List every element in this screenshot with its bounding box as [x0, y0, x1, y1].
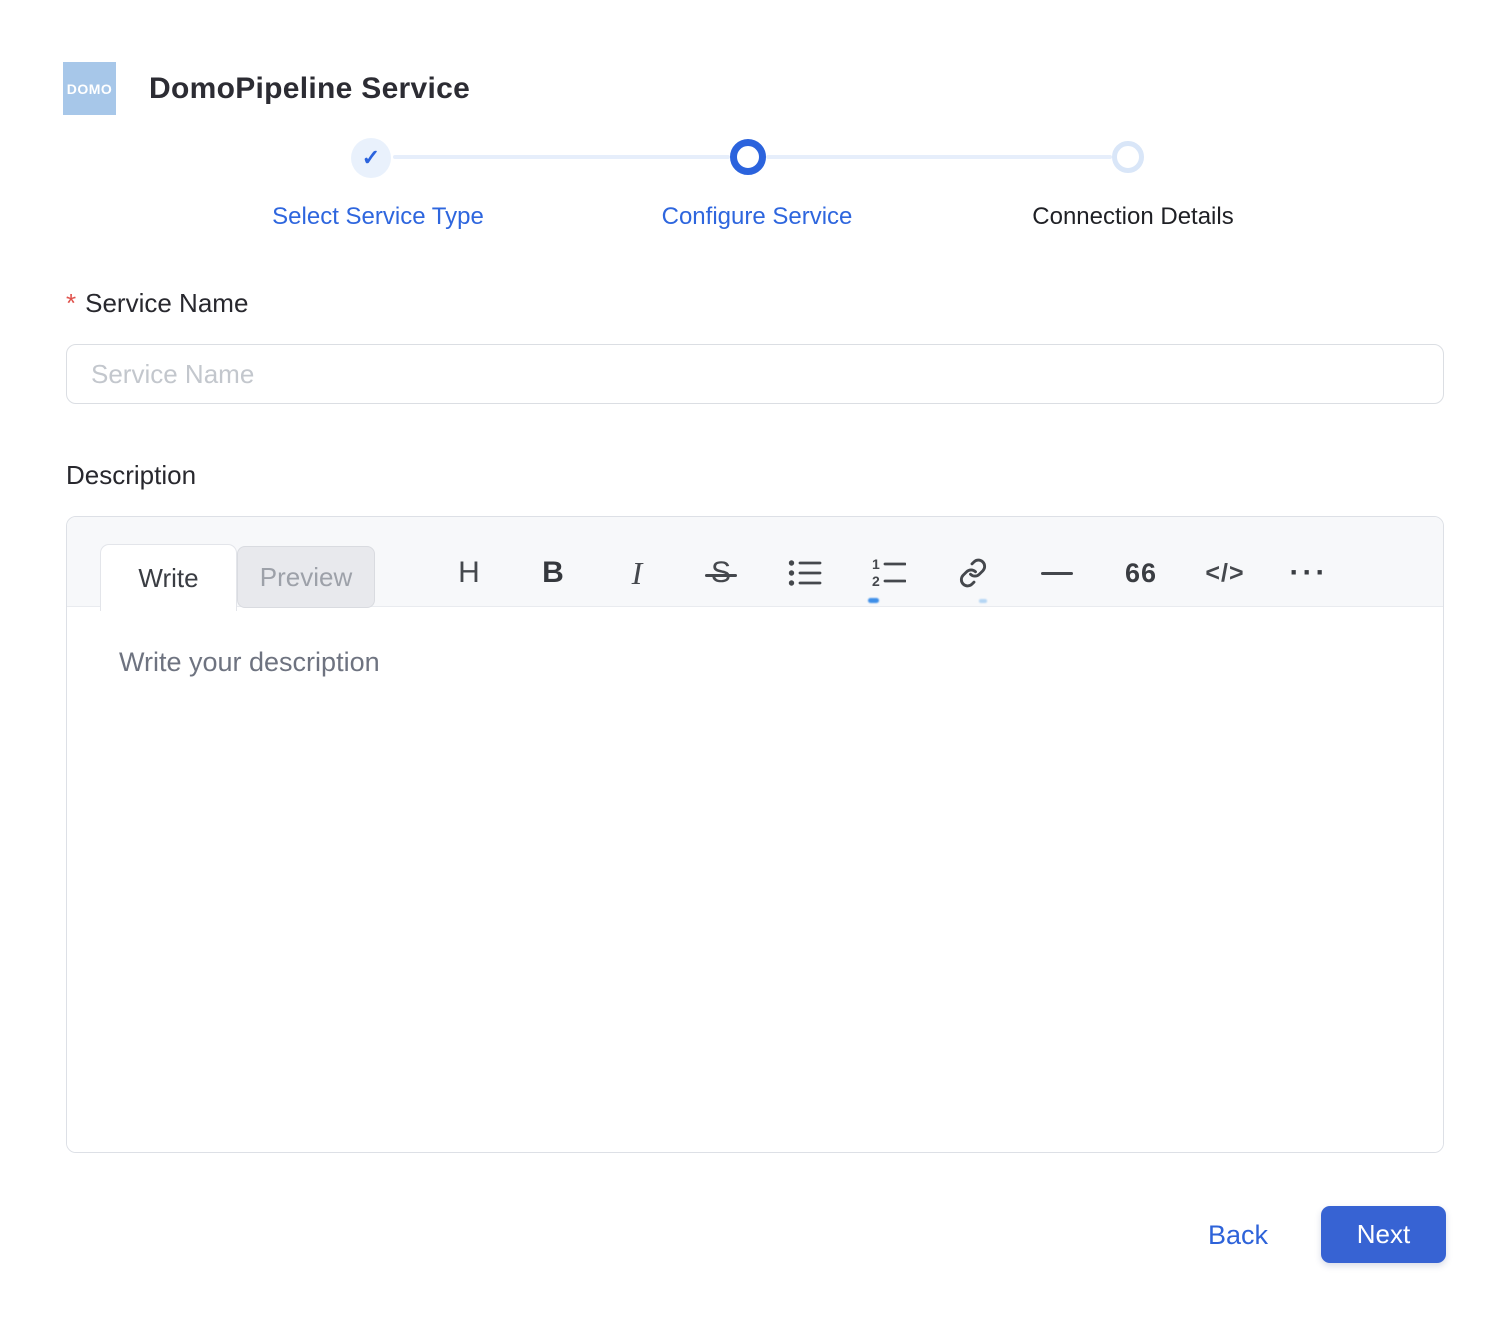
step-label-select-service-type[interactable]: Select Service Type — [272, 203, 484, 231]
ordered-list-icon[interactable]: 1 2 — [867, 545, 911, 601]
tab-preview[interactable]: Preview — [237, 546, 375, 608]
description-placeholder: Write your description — [119, 647, 380, 677]
service-name-input[interactable] — [66, 344, 1444, 404]
more-icon[interactable]: ··· — [1287, 545, 1331, 601]
quote-icon[interactable]: 66 — [1119, 545, 1163, 601]
required-asterisk: * — [66, 288, 77, 318]
step-label-connection-details[interactable]: Connection Details — [1032, 203, 1233, 231]
service-name-label-text: Service Name — [85, 288, 249, 318]
heading-icon[interactable]: H — [447, 545, 491, 601]
step-3-upcoming-circle[interactable] — [1112, 141, 1144, 173]
description-editor: Write Preview H B I S 1 2 66 </> ··· Wri… — [66, 516, 1444, 1153]
bullet-list-icon[interactable] — [783, 545, 827, 601]
back-button[interactable]: Back — [1208, 1220, 1268, 1251]
stepper-connector-2 — [766, 155, 1112, 159]
description-textarea[interactable]: Write your description — [67, 607, 1443, 1152]
italic-icon[interactable]: I — [615, 545, 659, 601]
strikethrough-icon[interactable]: S — [704, 556, 738, 590]
tab-write[interactable]: Write — [100, 544, 237, 611]
description-label: Description — [66, 460, 197, 490]
step-2-current-circle[interactable] — [730, 139, 766, 175]
toolbar-icons: H B I S 1 2 66 </> ··· — [447, 545, 1331, 601]
editor-toolbar: Write Preview H B I S 1 2 66 </> ··· — [67, 517, 1443, 611]
step-1-check-icon[interactable]: ✓ — [351, 138, 391, 178]
link-icon[interactable] — [951, 545, 995, 601]
service-name-label: * Service Name — [66, 288, 248, 319]
svg-text:1: 1 — [872, 557, 880, 572]
stepper: ✓ Select Service Type Configure Service … — [0, 0, 1506, 240]
horizontal-rule-icon[interactable] — [1035, 545, 1079, 601]
step-label-configure-service[interactable]: Configure Service — [662, 203, 853, 231]
stepper-connector-1 — [393, 155, 730, 159]
wizard-page: DOMO DomoPipeline Service ✓ Select Servi… — [0, 0, 1506, 1330]
code-icon[interactable]: </> — [1203, 545, 1247, 601]
next-button[interactable]: Next — [1321, 1206, 1446, 1263]
svg-text:2: 2 — [872, 573, 880, 589]
bold-icon[interactable]: B — [531, 545, 575, 601]
